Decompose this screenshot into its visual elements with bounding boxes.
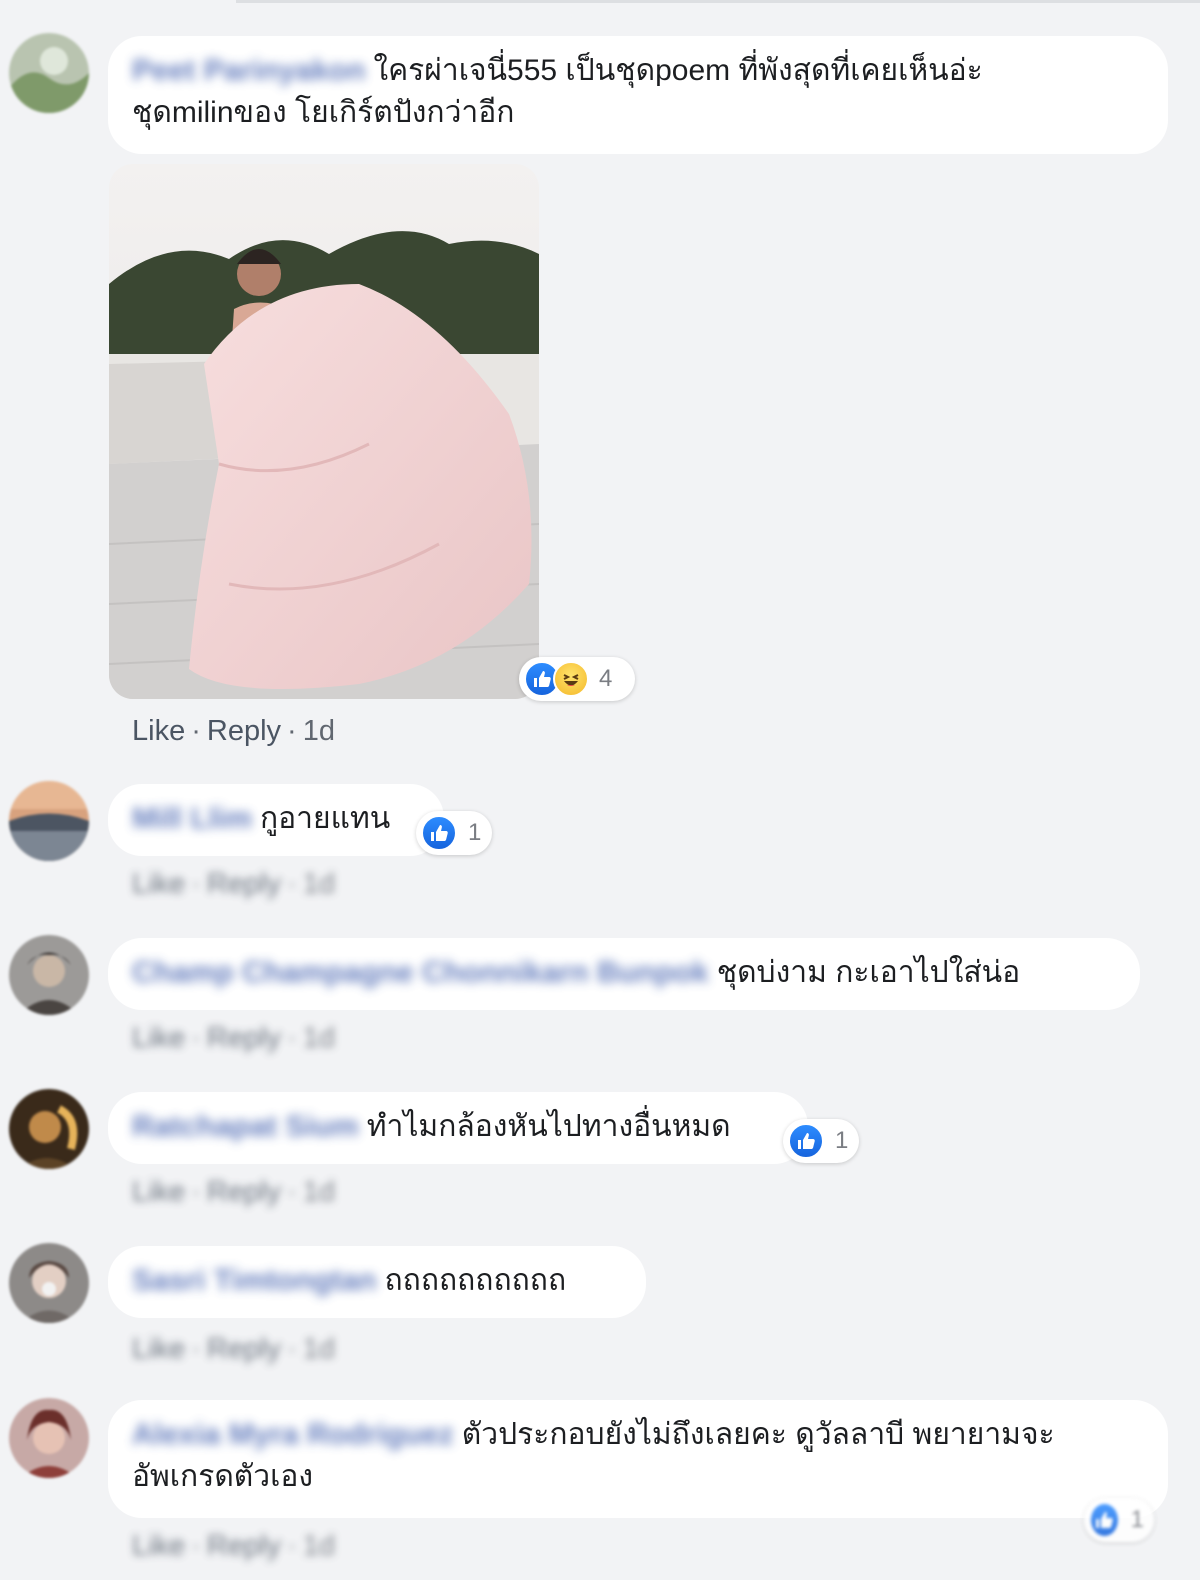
avatar[interactable] (9, 1243, 89, 1323)
comment-bubble: Champ Champagne Chonnikarn Bunpok ชุดบ่งา… (108, 938, 1140, 1010)
comment-text: ทำไมกล้องหันไปทางอื่นหมด (366, 1110, 731, 1143)
reaction-summary[interactable]: 1 (783, 1119, 859, 1163)
reply-link[interactable]: Reply (207, 1022, 281, 1054)
comment-time[interactable]: 1d (303, 1022, 335, 1054)
comment-actions: Like · Reply · 1d (132, 1333, 335, 1365)
reaction-count: 1 (1130, 1506, 1144, 1533)
reply-link[interactable]: Reply (207, 1176, 281, 1208)
comment-actions: Like · Reply · 1d (132, 715, 335, 747)
comment-bubble: Alexia Myra Rodriguez ตัวประกอบยังไม่ถึงเ… (108, 1400, 1168, 1518)
avatar[interactable] (9, 935, 89, 1015)
haha-icon (553, 661, 589, 697)
reaction-count: 4 (599, 665, 613, 692)
like-link[interactable]: Like (132, 1333, 185, 1365)
comment-author[interactable]: Alexia Myra Rodriguez (132, 1418, 454, 1451)
like-icon (787, 1122, 825, 1160)
comment-bubble: Ratchapat Sium ทำไมกล้องหันไปทางอื่นหมด (108, 1092, 808, 1164)
comment-time[interactable]: 1d (303, 1530, 335, 1562)
comment-text: กูอายแทน (260, 802, 391, 835)
top-divider (236, 0, 1200, 3)
comment-author[interactable]: Peet Parinyakon (132, 54, 365, 87)
comment-author[interactable]: Champ Champagne Chonnikarn Bunpok (132, 956, 709, 989)
comment-time[interactable]: 1d (303, 868, 335, 900)
avatar[interactable] (9, 1398, 89, 1478)
reaction-summary[interactable]: 1 (416, 811, 492, 855)
reply-link[interactable]: Reply (207, 715, 281, 747)
comment-bubble: Peet Parinyakon ใครผ่าเจนี่555 เป็นชุดpoe… (108, 36, 1168, 154)
like-link[interactable]: Like (132, 1530, 185, 1562)
reply-link[interactable]: Reply (207, 868, 281, 900)
comment-author[interactable]: Mill Llim (132, 802, 252, 835)
comment-text: ใครผ่าเจนี่555 เป็นชุดpoem ที่พังสุดที่เ… (373, 54, 983, 87)
comment-actions: Like · Reply · 1d (132, 1530, 335, 1562)
reply-link[interactable]: Reply (207, 1333, 281, 1365)
comment-bubble: Mill Llim กูอายแทน (108, 784, 444, 856)
comment-text: ถถถถถถถถถถ (384, 1264, 567, 1297)
reaction-count: 1 (468, 819, 482, 846)
comment-photo[interactable] (109, 164, 539, 699)
like-icon (420, 814, 458, 852)
comment-text: ชุดบ่งาม กะเอาไปใส่น่อ (716, 956, 1021, 989)
comment-author[interactable]: Ratchapat Sium (132, 1110, 359, 1143)
comment-time[interactable]: 1d (303, 1333, 335, 1365)
comment-text-line2: ชุดmilinของ โยเกิร์ตปังกว่าอีก (132, 96, 515, 129)
comment-actions: Like · Reply · 1d (132, 1022, 335, 1054)
reaction-summary[interactable]: 1 (1084, 1498, 1154, 1542)
reaction-count: 1 (835, 1127, 849, 1154)
like-link[interactable]: Like (132, 1176, 185, 1208)
comment-text: ตัวประกอบยังไม่ถึงเลยคะ ดูวัลลาบี พยายาม… (461, 1418, 1055, 1451)
reaction-summary[interactable]: 4 (519, 657, 635, 701)
comment-time[interactable]: 1d (303, 1176, 335, 1208)
reply-link[interactable]: Reply (207, 1530, 281, 1562)
like-link[interactable]: Like (132, 868, 185, 900)
comment-actions: Like · Reply · 1d (132, 1176, 335, 1208)
like-link[interactable]: Like (132, 715, 185, 747)
comment-bubble: Sasri Timtongtan ถถถถถถถถถถ (108, 1246, 646, 1318)
like-icon (1088, 1501, 1121, 1539)
comment-author[interactable]: Sasri Timtongtan (132, 1264, 376, 1297)
comment-actions: Like · Reply · 1d (132, 868, 335, 900)
avatar[interactable] (9, 33, 89, 113)
comment-time[interactable]: 1d (303, 715, 335, 747)
comment-text-line2: อัพเกรดตัวเอง (132, 1460, 314, 1493)
avatar[interactable] (9, 781, 89, 861)
like-link[interactable]: Like (132, 1022, 185, 1054)
avatar[interactable] (9, 1089, 89, 1169)
